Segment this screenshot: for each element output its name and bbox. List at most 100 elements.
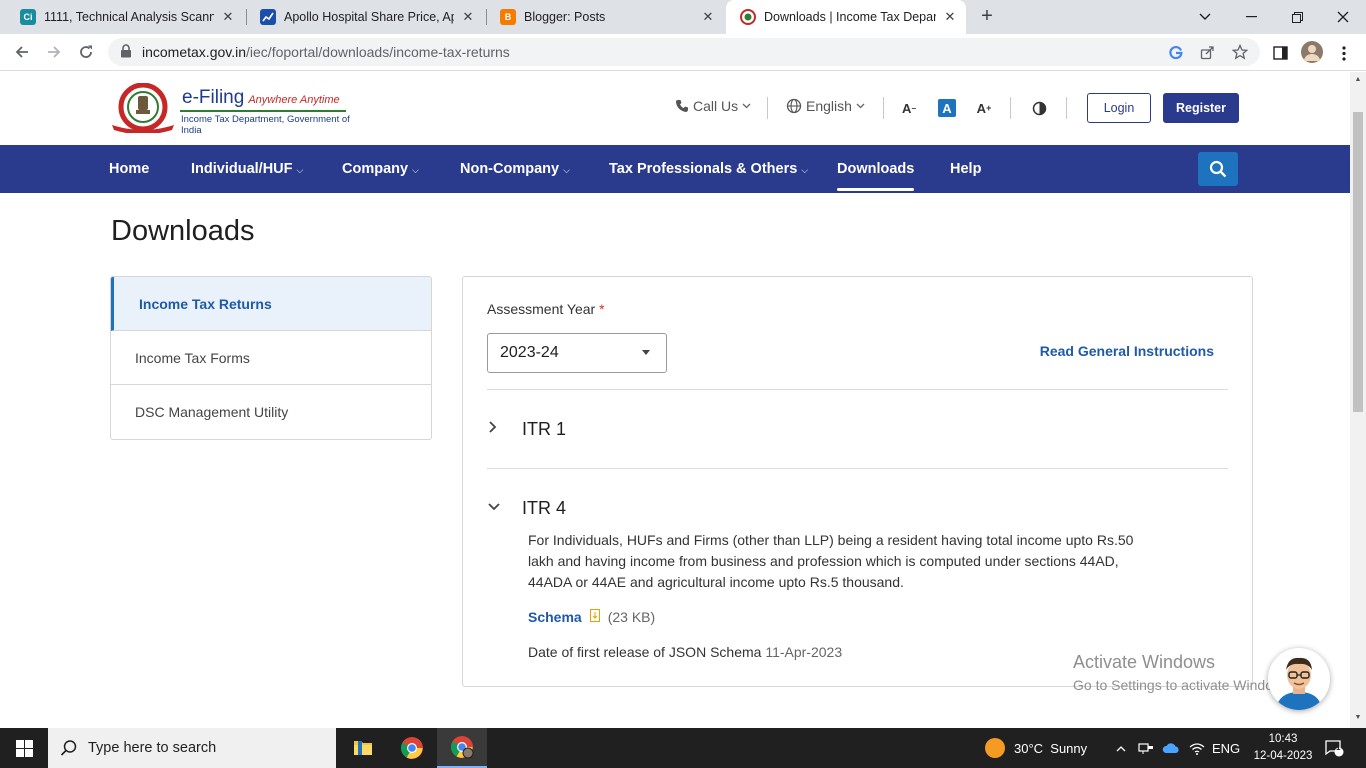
income-tax-favicon-icon — [740, 9, 756, 25]
contrast-toggle-icon[interactable] — [1030, 99, 1048, 117]
browser-tab[interactable]: Apollo Hospital Share Price, Apollo ✕ — [246, 0, 484, 34]
register-button[interactable]: Register — [1163, 93, 1239, 123]
back-arrow-icon[interactable] — [9, 39, 35, 65]
site-search-button[interactable] — [1198, 152, 1238, 186]
chevron-down-icon: ⌵ — [412, 164, 419, 175]
notification-count: 1 — [1336, 743, 1341, 752]
profile-avatar[interactable] — [1301, 41, 1323, 63]
chrome-taskbar-icon[interactable] — [387, 728, 437, 768]
windows-start-button[interactable] — [0, 728, 48, 768]
clock-date: 12-04-2023 — [1253, 750, 1313, 762]
brand-tagline: Anywhere Anytime — [248, 94, 340, 106]
header-divider — [1010, 97, 1011, 119]
font-normal-button[interactable]: A — [938, 99, 956, 117]
efiling-logo[interactable]: e-Filing Anywhere Anytime Income Tax Depa… — [110, 83, 350, 136]
income-tax-emblem-icon — [112, 83, 174, 133]
schema-release-date: Date of first release of JSON Schema 11-… — [528, 644, 842, 660]
input-language-indicator[interactable]: ENG — [1212, 728, 1240, 768]
tab-title: 1111, Technical Analysis Scanner — [44, 10, 214, 24]
browser-tab-strip: Ci 1111, Technical Analysis Scanner ✕ Ap… — [0, 0, 1366, 34]
language-dropdown[interactable]: English — [786, 98, 865, 114]
bookmark-star-icon[interactable] — [1232, 44, 1248, 60]
scrollbar-thumb[interactable] — [1353, 112, 1363, 412]
network-adapter-icon[interactable] — [1138, 728, 1154, 768]
chatbot-assistant-avatar[interactable] — [1268, 648, 1330, 710]
side-item-income-tax-forms[interactable]: Income Tax Forms — [111, 331, 431, 385]
chartink-favicon-icon: Ci — [20, 9, 36, 25]
font-decrease-button[interactable]: A − — [900, 99, 918, 117]
nav-label: Help — [950, 161, 982, 177]
notification-center-icon[interactable]: 1 — [1324, 728, 1344, 768]
nav-label: Individual/HUF — [191, 161, 293, 177]
font-increase-button[interactable]: A + — [975, 99, 993, 117]
nav-home[interactable]: Home — [109, 145, 149, 193]
side-item-dsc-management-utility[interactable]: DSC Management Utility — [111, 385, 431, 439]
download-file-icon[interactable] — [589, 609, 600, 625]
chrome-menu-icon[interactable] — [1334, 43, 1354, 63]
new-tab-button[interactable]: + — [975, 5, 999, 29]
brand-text: e-Filing — [182, 87, 245, 108]
browser-tab[interactable]: B Blogger: Posts ✕ — [486, 0, 724, 34]
share-icon[interactable] — [1199, 44, 1215, 60]
restore-window-icon[interactable] — [1274, 0, 1320, 34]
wifi-icon[interactable] — [1189, 728, 1205, 768]
url-text[interactable]: incometax.gov.in/iec/foportal/downloads/… — [142, 44, 510, 60]
file-explorer-taskbar-icon[interactable] — [338, 728, 388, 768]
activate-windows-watermark: Activate Windows Go to Settings to activ… — [1073, 652, 1294, 693]
brand-underline — [180, 110, 346, 112]
nav-individual-huf[interactable]: Individual/HUF ⌵ — [191, 145, 303, 193]
page-scrollbar[interactable]: ▲ ▼ — [1350, 72, 1366, 728]
nav-tax-professionals[interactable]: Tax Professionals & Others ⌵ — [609, 145, 808, 193]
minimize-window-icon[interactable] — [1228, 0, 1274, 34]
close-tab-icon[interactable]: ✕ — [220, 9, 236, 25]
forward-arrow-icon[interactable] — [41, 39, 67, 65]
scroll-down-arrow-icon[interactable]: ▼ — [1354, 714, 1362, 721]
release-date-label: Date of first release of JSON Schema — [528, 644, 762, 660]
chrome-profile-taskbar-icon[interactable] — [437, 728, 487, 768]
nav-non-company[interactable]: Non-Company ⌵ — [460, 145, 570, 193]
chevron-down-icon — [856, 103, 865, 109]
lock-icon[interactable] — [120, 44, 132, 58]
itr1-accordion-header[interactable]: ITR 1 — [487, 415, 566, 443]
show-hidden-icons-chevron-icon[interactable] — [1116, 728, 1126, 768]
phone-icon — [676, 100, 688, 112]
scroll-up-arrow-icon[interactable]: ▲ — [1354, 76, 1362, 83]
brand-subtitle: Income Tax Department, Government of Ind… — [181, 114, 350, 136]
assessment-year-select[interactable]: 2023-24 — [487, 333, 667, 373]
nav-downloads[interactable]: Downloads — [837, 145, 915, 193]
taskbar-search-box[interactable]: Type here to search — [48, 728, 336, 768]
itr4-accordion-header[interactable]: ITR 4 — [487, 494, 566, 522]
close-window-icon[interactable] — [1320, 0, 1366, 34]
tab-title: Blogger: Posts — [524, 10, 606, 24]
windows-taskbar: Type here to search 30°C Sunny ENG 10:43… — [0, 728, 1366, 768]
login-button[interactable]: Login — [1087, 93, 1151, 123]
side-panel-icon[interactable] — [1270, 43, 1290, 63]
browser-tab-active[interactable]: Downloads | Income Tax Department ✕ — [726, 0, 966, 34]
url-host: incometax.gov.in — [142, 44, 247, 60]
reload-icon[interactable] — [73, 39, 99, 65]
watermark-subtitle: Go to Settings to activate Windows. — [1073, 677, 1294, 693]
weather-widget[interactable]: 30°C Sunny — [984, 728, 1087, 768]
read-general-instructions-link[interactable]: Read General Instructions — [1040, 343, 1214, 359]
itr-name: ITR 4 — [522, 497, 567, 518]
onedrive-cloud-icon[interactable] — [1162, 728, 1180, 768]
close-tab-icon[interactable]: ✕ — [460, 9, 476, 25]
address-bar[interactable]: incometax.gov.in/iec/foportal/downloads/… — [108, 38, 1260, 66]
schema-download-link[interactable]: Schema — [528, 609, 582, 625]
taskbar-search-placeholder: Type here to search — [88, 740, 217, 756]
browser-tab[interactable]: Ci 1111, Technical Analysis Scanner ✕ — [6, 0, 244, 34]
search-icon — [1209, 160, 1227, 178]
tab-search-chevron-icon[interactable] — [1182, 0, 1228, 34]
close-tab-icon[interactable]: ✕ — [942, 9, 958, 25]
side-item-income-tax-returns[interactable]: Income Tax Returns — [111, 277, 431, 331]
call-us-dropdown[interactable]: Call Us — [675, 98, 751, 114]
main-navigation: Home Individual/HUF ⌵ Company ⌵ Non-Compan… — [0, 145, 1350, 193]
brand-name: e-Filing Anywhere Anytime — [182, 87, 340, 109]
taskbar-clock[interactable]: 10:43 12-04-2023 — [1253, 731, 1313, 765]
google-translate-icon[interactable] — [1168, 44, 1184, 60]
nav-help[interactable]: Help — [950, 145, 981, 193]
nav-label: Home — [109, 161, 150, 177]
close-tab-icon[interactable]: ✕ — [700, 9, 716, 25]
chevron-down-icon: ⌵ — [563, 164, 570, 175]
nav-company[interactable]: Company ⌵ — [342, 145, 419, 193]
